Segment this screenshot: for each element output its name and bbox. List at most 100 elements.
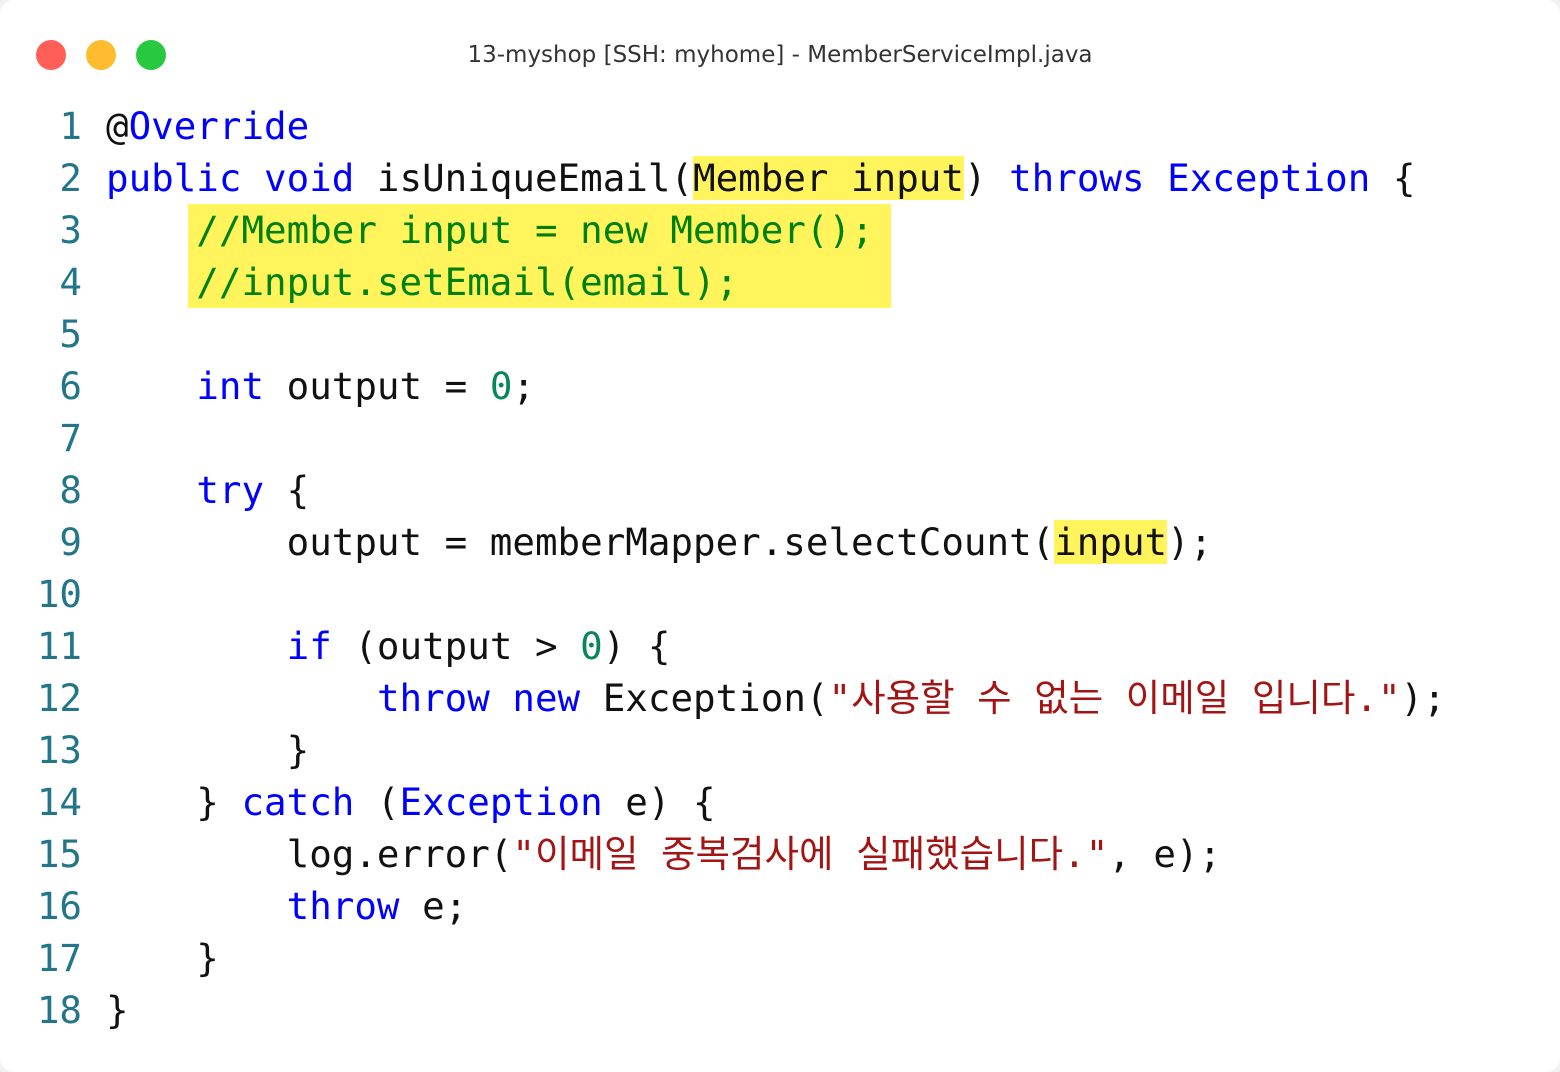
code-token: log.error(	[106, 832, 513, 876]
code-token: (	[354, 780, 400, 824]
line-source: //input.setEmail(email);	[106, 256, 738, 308]
line-number: 11	[36, 624, 82, 668]
code-token: )	[963, 156, 1010, 200]
line-source: int output = 0;	[106, 360, 535, 412]
code-token: Member input	[693, 156, 964, 200]
code-token: Exception	[399, 780, 603, 824]
line-source: log.error("이메일 중복검사에 실패했습니다.", e);	[106, 828, 1222, 880]
line-source: } catch (Exception e) {	[106, 776, 716, 828]
line-source: if (output > 0) {	[106, 620, 671, 672]
code-token: try	[196, 468, 265, 512]
code-token: e;	[399, 884, 468, 928]
code-line: 10	[0, 568, 1560, 620]
editor-window: 13-myshop [SSH: myhome] - MemberServiceI…	[0, 0, 1560, 1072]
code-token: }	[106, 988, 129, 1032]
code-token: int	[196, 364, 265, 408]
line-source: }	[106, 932, 219, 984]
line-number: 2	[59, 156, 82, 200]
line-source: }	[106, 984, 129, 1036]
title-bar: 13-myshop [SSH: myhome] - MemberServiceI…	[0, 0, 1560, 100]
code-token: e) {	[602, 780, 716, 824]
line-number: 9	[59, 520, 82, 564]
code-token: public void	[106, 156, 355, 200]
line-number: 5	[59, 312, 82, 356]
line-source: //Member input = new Member();	[106, 204, 874, 256]
code-line: 8 try {	[0, 464, 1560, 516]
code-token: , e);	[1108, 832, 1222, 876]
code-token: {	[1370, 156, 1416, 200]
line-number: 1	[59, 104, 82, 148]
code-token: 0	[489, 364, 513, 408]
code-editor[interactable]: 1 @Override 2 public void isUniqueEmail(Mem…	[0, 100, 1560, 1036]
code-line: 11 if (output > 0) {	[0, 620, 1560, 672]
line-source: public void isUniqueEmail(Member input) …	[106, 152, 1416, 204]
code-token: output =	[264, 364, 490, 408]
code-token: @	[106, 104, 129, 148]
code-token: {	[264, 468, 310, 512]
code-line: 15 log.error("이메일 중복검사에 실패했습니다.", e);	[0, 828, 1560, 880]
line-number: 8	[59, 468, 82, 512]
line-number: 6	[59, 364, 82, 408]
code-line: 12 throw new Exception("사용할 수 없는 이메일 입니다…	[0, 672, 1560, 724]
code-token: );	[1400, 676, 1446, 720]
code-token: if	[286, 624, 332, 668]
line-source: }	[106, 724, 310, 776]
line-number: 15	[36, 832, 82, 876]
code-line: 14 } catch (Exception e) {	[0, 776, 1560, 828]
code-token: "이메일 중복검사에 실패했습니다."	[512, 832, 1109, 876]
line-source: try {	[106, 464, 309, 516]
line-source: throw new Exception("사용할 수 없는 이메일 입니다.")…	[106, 672, 1446, 724]
code-line: 4 //input.setEmail(email);	[0, 256, 1560, 308]
code-line: 16 throw e;	[0, 880, 1560, 932]
code-token: 0	[580, 624, 603, 668]
code-token: //input.setEmail(email);	[106, 260, 739, 304]
line-number: 12	[36, 676, 82, 720]
code-token: catch	[241, 780, 355, 824]
code-token: throw	[286, 884, 400, 928]
code-line: 7	[0, 412, 1560, 464]
line-number: 3	[59, 208, 82, 252]
code-token: output = memberMapper.selectCount(	[106, 520, 1055, 564]
code-line: 5	[0, 308, 1560, 360]
code-line: 3 //Member input = new Member();	[0, 204, 1560, 256]
line-source: output = memberMapper.selectCount(input)…	[106, 516, 1212, 568]
code-token: Override	[128, 104, 310, 148]
code-token: "사용할 수 없는 이메일 입니다."	[828, 676, 1401, 720]
code-line: 1 @Override	[0, 100, 1560, 152]
line-number: 10	[36, 572, 82, 616]
line-number: 17	[36, 936, 82, 980]
code-token: throws Exception	[1009, 156, 1371, 200]
code-token: }	[106, 780, 242, 824]
code-line: 6 int output = 0;	[0, 360, 1560, 412]
code-line: 18}	[0, 984, 1560, 1036]
code-line: 13 }	[0, 724, 1560, 776]
code-token: }	[106, 728, 310, 772]
line-number: 13	[36, 728, 82, 772]
window-title: 13-myshop [SSH: myhome] - MemberServiceI…	[467, 42, 1093, 68]
line-number: 14	[36, 780, 82, 824]
code-token: throw new	[376, 676, 581, 720]
code-token: Exception(	[580, 676, 829, 720]
code-line: 9 output = memberMapper.selectCount(inpu…	[0, 516, 1560, 568]
code-line: 2 public void isUniqueEmail(Member input)…	[0, 152, 1560, 204]
code-line: 17 }	[0, 932, 1560, 984]
code-token: isUniqueEmail(	[354, 156, 694, 200]
code-token: input	[1054, 520, 1168, 564]
line-number: 7	[59, 416, 82, 460]
line-number: 18	[36, 988, 82, 1032]
code-token: ) {	[602, 624, 671, 668]
code-token: (output >	[331, 624, 581, 668]
line-source: throw e;	[106, 880, 468, 932]
line-source: @Override	[106, 100, 309, 152]
code-token: //Member input = new Member();	[106, 208, 874, 252]
line-number: 16	[36, 884, 82, 928]
code-token: }	[106, 936, 219, 980]
line-number: 4	[59, 260, 82, 304]
code-token: );	[1167, 520, 1213, 564]
code-token: ;	[512, 364, 535, 408]
